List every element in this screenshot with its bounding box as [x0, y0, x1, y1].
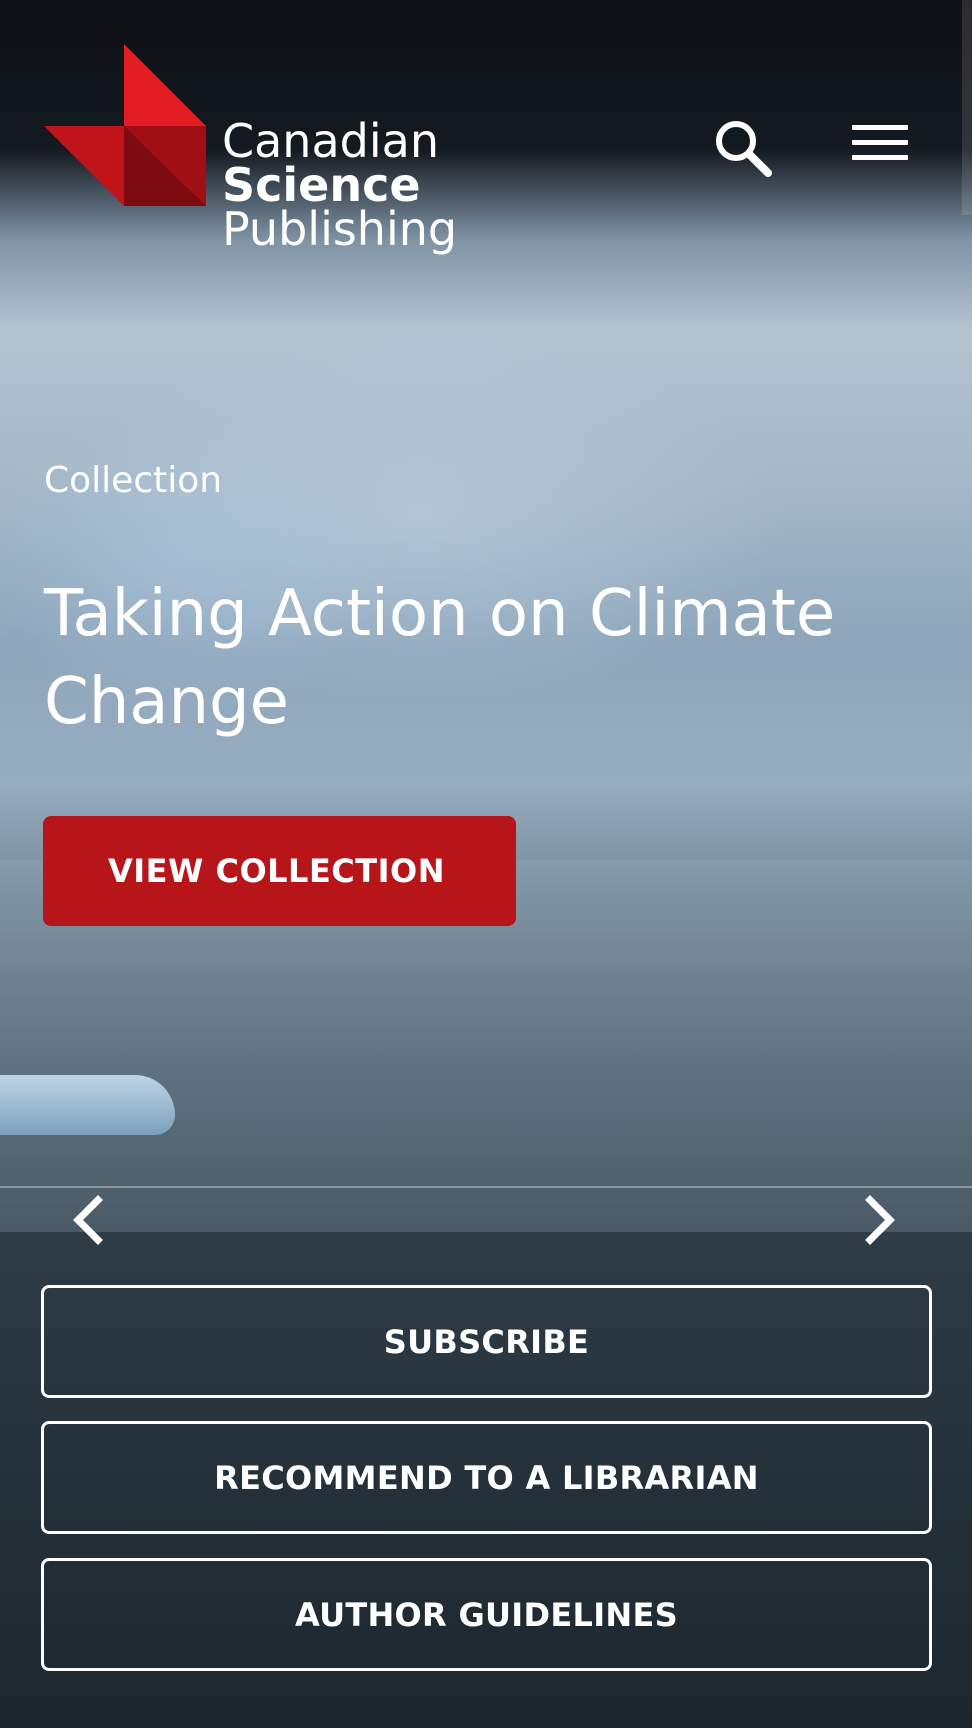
carousel-divider: [0, 1186, 972, 1188]
page-scrollbar[interactable]: [962, 0, 972, 215]
logo-wordmark: Canadian Science Publishing: [222, 116, 457, 254]
logo-word-publishing: Publishing: [222, 202, 458, 256]
search-icon: [716, 121, 772, 177]
search-button[interactable]: [713, 118, 773, 178]
chevron-left-icon: [73, 1195, 103, 1245]
chevron-right-icon: [865, 1195, 895, 1245]
floating-ice-chunk: [0, 1075, 175, 1135]
menu-button[interactable]: [852, 125, 908, 169]
csp-logo[interactable]: Canadian Science Publishing: [44, 44, 457, 254]
recommend-to-librarian-button[interactable]: RECOMMEND TO A LIBRARIAN: [41, 1421, 932, 1534]
carousel-prev-button[interactable]: [60, 1190, 120, 1250]
view-collection-button[interactable]: VIEW COLLECTION: [43, 816, 516, 926]
hamburger-menu-icon: [852, 125, 908, 160]
author-guidelines-button[interactable]: AUTHOR GUIDELINES: [41, 1558, 932, 1671]
slide-title: Taking Action on Climate Change: [44, 577, 836, 739]
carousel-next-button[interactable]: [852, 1190, 912, 1250]
subscribe-button[interactable]: SUBSCRIBE: [41, 1285, 932, 1398]
csp-logo-mark-icon: [44, 44, 206, 206]
slide-eyebrow: Collection: [44, 460, 223, 501]
